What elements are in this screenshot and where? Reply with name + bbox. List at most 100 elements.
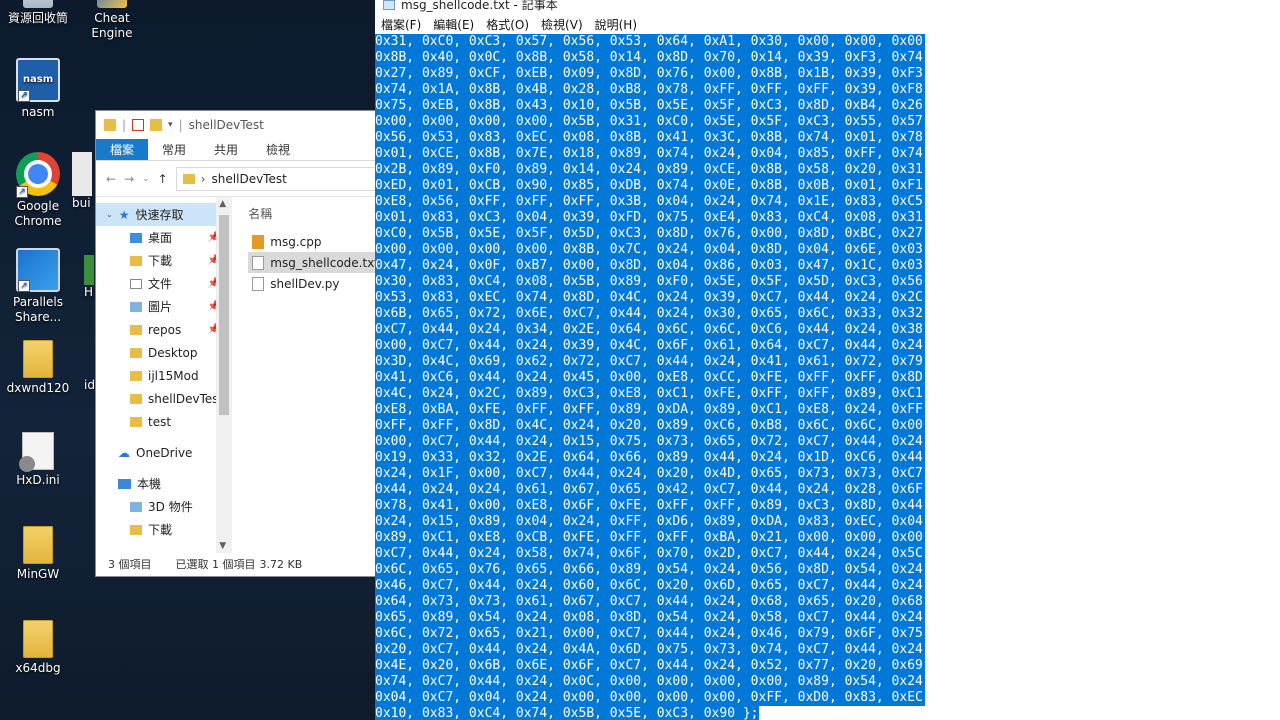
nav-item-3d-objects[interactable]: 3D 物件 bbox=[96, 495, 232, 518]
nav-label: ijl15Mod bbox=[148, 368, 199, 383]
nav-item-test[interactable]: test bbox=[96, 410, 232, 433]
scroll-up-icon[interactable]: ▲ bbox=[219, 199, 226, 209]
selected-text: 0xFF, 0xFF, 0x8D, 0x4C, 0x24, 0x20, 0x89… bbox=[375, 418, 931, 434]
nav-item-shelldevtest[interactable]: shellDevTest bbox=[96, 387, 232, 410]
editor-line: 0x00, 0x00, 0x00, 0x00, 0x8B, 0x7C, 0x24… bbox=[375, 242, 1280, 258]
menu-format[interactable]: 格式(O) bbox=[486, 16, 529, 33]
selected-text: 0xC7, 0x44, 0x24, 0x58, 0x74, 0x6F, 0x70… bbox=[375, 546, 931, 562]
nav-item-desktop-zh[interactable]: 桌面 📌 bbox=[96, 226, 232, 249]
ribbon-tabs: 檔案 常用 共用 檢視 bbox=[96, 139, 379, 161]
selected-text: 0x47, 0x24, 0x0F, 0xB7, 0x00, 0x8D, 0x04… bbox=[375, 258, 931, 274]
explorer-titlebar: | ▾ | shellDevTest bbox=[96, 111, 379, 139]
file-list: 名稱 msg.cpp msg_shellcode.txt shellDev.py bbox=[232, 197, 379, 553]
editor-line: 0x78, 0x41, 0x00, 0xE8, 0x6F, 0xFE, 0xFF… bbox=[375, 498, 1280, 514]
editor-line: 0x41, 0xC6, 0x44, 0x24, 0x45, 0x00, 0xE8… bbox=[375, 370, 1280, 386]
tab-share[interactable]: 共用 bbox=[200, 139, 252, 160]
selected-text: 0x6B, 0x65, 0x72, 0x6E, 0xC7, 0x44, 0x24… bbox=[375, 306, 931, 322]
text-editor-area[interactable]: 0x31, 0xC0, 0xC3, 0x57, 0x56, 0x53, 0x64… bbox=[375, 34, 1280, 720]
item-count: 3 個項目 bbox=[108, 558, 152, 571]
nav-item-repos[interactable]: repos 📌 bbox=[96, 318, 232, 341]
editor-line: 0x46, 0xC7, 0x44, 0x24, 0x60, 0x6C, 0x20… bbox=[375, 578, 1280, 594]
scrollbar-thumb[interactable] bbox=[219, 215, 230, 415]
editor-line: 0x00, 0x00, 0x00, 0x00, 0x5B, 0x31, 0xC0… bbox=[375, 114, 1280, 130]
desktop-icon-google-chrome[interactable]: ↗ Google Chrome bbox=[0, 152, 76, 229]
forward-arrow-icon[interactable]: → bbox=[124, 172, 134, 186]
selected-text: 0x56, 0x53, 0x83, 0xEC, 0x08, 0x8B, 0x41… bbox=[375, 130, 931, 146]
file-row[interactable]: msg.cpp bbox=[248, 231, 379, 252]
nav-label: 圖片 bbox=[148, 300, 173, 314]
chevron-down-icon[interactable]: ⌄ bbox=[142, 174, 150, 184]
properties-icon[interactable] bbox=[132, 119, 145, 131]
editor-line: 0x4E, 0x20, 0x6B, 0x6E, 0x6F, 0xC7, 0x44… bbox=[375, 658, 1280, 674]
editor-line: 0x00, 0xC7, 0x44, 0x24, 0x39, 0x4C, 0x6F… bbox=[375, 338, 1280, 354]
download-folder-icon bbox=[130, 255, 142, 266]
selected-text: 0x31, 0xC0, 0xC3, 0x57, 0x56, 0x53, 0x64… bbox=[375, 34, 931, 50]
scroll-down-icon[interactable]: ▼ bbox=[219, 541, 226, 551]
nav-label: 3D 物件 bbox=[148, 500, 193, 514]
tab-view[interactable]: 檢視 bbox=[252, 139, 304, 160]
editor-line: 0x10, 0x83, 0xC4, 0x74, 0x5B, 0x5E, 0xC3… bbox=[375, 706, 1280, 720]
desktop-icon-recycle-bin[interactable]: 資源回收筒 bbox=[0, 0, 76, 26]
nav-label: 快速存取 bbox=[135, 208, 184, 222]
shortcut-arrow-icon: ↗ bbox=[16, 186, 28, 198]
chevron-down-icon[interactable]: ▾ bbox=[168, 120, 173, 130]
menu-file[interactable]: 檔案(F) bbox=[381, 16, 421, 33]
up-arrow-icon[interactable]: ↑ bbox=[158, 172, 168, 186]
nav-onedrive[interactable]: ☁ OneDrive bbox=[96, 441, 232, 464]
address-path[interactable]: › shellDevTest bbox=[175, 166, 379, 191]
nav-scrollbar[interactable]: ▲ ▼ bbox=[216, 197, 233, 553]
nav-label: 下載 bbox=[148, 254, 173, 268]
folder-zip-icon bbox=[23, 526, 53, 564]
desktop-icon-x64dbg[interactable]: x64dbg bbox=[0, 620, 76, 676]
editor-line: 0x8B, 0x40, 0x0C, 0x8B, 0x58, 0x14, 0x8D… bbox=[375, 50, 1280, 66]
selected-text: 0x8B, 0x40, 0x0C, 0x8B, 0x58, 0x14, 0x8D… bbox=[375, 50, 931, 66]
shortcut-arrow-icon: ↗ bbox=[18, 280, 30, 292]
star-icon: ★ bbox=[118, 207, 130, 222]
editor-line: 0x2B, 0x89, 0xF0, 0x89, 0x14, 0x24, 0x89… bbox=[375, 162, 1280, 178]
desktop-icon-nasm[interactable]: nasm ↗ nasm bbox=[0, 58, 76, 120]
selected-text: 0x04, 0xC7, 0x04, 0x24, 0x00, 0x00, 0x00… bbox=[375, 690, 931, 706]
nav-item-pictures[interactable]: 圖片 📌 bbox=[96, 295, 232, 318]
nav-item-desktop[interactable]: Desktop bbox=[96, 341, 232, 364]
file-row-selected[interactable]: msg_shellcode.txt bbox=[248, 252, 379, 273]
selected-text: 0x53, 0x83, 0xEC, 0x74, 0x8D, 0x4C, 0x24… bbox=[375, 290, 931, 306]
desktop-icon-label: bui bbox=[72, 196, 91, 210]
desktop-icon-cheat-engine[interactable]: Cheat Engine bbox=[74, 0, 150, 41]
menu-help[interactable]: 說明(H) bbox=[595, 16, 637, 33]
nav-item-ijl15mod[interactable]: ijl15Mod bbox=[96, 364, 232, 387]
nav-label: repos bbox=[148, 322, 182, 337]
column-header-name[interactable]: 名稱 bbox=[248, 197, 379, 231]
nav-item-downloads[interactable]: 下載 📌 bbox=[96, 249, 232, 272]
desktop-icon-hxd-ini[interactable]: HxD.ini bbox=[0, 432, 76, 488]
nav-item-documents[interactable]: 文件 📌 bbox=[96, 272, 232, 295]
file-icon bbox=[72, 152, 92, 196]
desktop-icon-dxwnd120[interactable]: dxwnd120 bbox=[0, 340, 76, 396]
selected-text: 0x4E, 0x20, 0x6B, 0x6E, 0x6F, 0xC7, 0x44… bbox=[375, 658, 931, 674]
chevron-right-icon: › bbox=[200, 171, 206, 186]
selected-text: 0x2B, 0x89, 0xF0, 0x89, 0x14, 0x24, 0x89… bbox=[375, 162, 931, 178]
file-row[interactable]: shellDev.py bbox=[248, 273, 379, 294]
back-arrow-icon[interactable]: ← bbox=[106, 172, 116, 186]
file-name: shellDev.py bbox=[270, 276, 340, 291]
selected-text: 0x19, 0x33, 0x32, 0x2E, 0x64, 0x66, 0x89… bbox=[375, 450, 931, 466]
nav-quick-access[interactable]: ⌄ ★ 快速存取 bbox=[96, 203, 233, 226]
desktop-icon-label: nasm bbox=[21, 105, 55, 119]
nasm-icon: nasm ↗ bbox=[16, 58, 60, 102]
nav-this-pc[interactable]: 本機 bbox=[96, 472, 232, 495]
editor-line: 0x04, 0xC7, 0x04, 0x24, 0x00, 0x00, 0x00… bbox=[375, 690, 1280, 706]
chevron-down-icon: ⌄ bbox=[106, 210, 113, 219]
nav-label: 下載 bbox=[148, 523, 173, 537]
editor-line: 0x4C, 0x24, 0x2C, 0x89, 0xC3, 0xE8, 0xC1… bbox=[375, 386, 1280, 402]
file-icon bbox=[84, 340, 94, 378]
nasm-icon-text: nasm bbox=[22, 74, 54, 85]
tab-home[interactable]: 常用 bbox=[148, 139, 200, 160]
menu-edit[interactable]: 編輯(E) bbox=[433, 16, 474, 33]
editor-line: 0x74, 0x1A, 0x8B, 0x4B, 0x28, 0xB8, 0x78… bbox=[375, 82, 1280, 98]
desktop-icon-parallels-shared[interactable]: ↗ Parallels Share... bbox=[0, 248, 76, 325]
new-folder-icon[interactable] bbox=[150, 119, 163, 131]
selected-text: 0x74, 0x1A, 0x8B, 0x4B, 0x28, 0xB8, 0x78… bbox=[375, 82, 931, 98]
tab-file[interactable]: 檔案 bbox=[96, 139, 149, 160]
nav-item-pc-downloads[interactable]: 下載 bbox=[96, 518, 232, 541]
menu-view[interactable]: 檢視(V) bbox=[541, 16, 583, 33]
desktop-icon-mingw[interactable]: MinGW bbox=[0, 526, 76, 582]
